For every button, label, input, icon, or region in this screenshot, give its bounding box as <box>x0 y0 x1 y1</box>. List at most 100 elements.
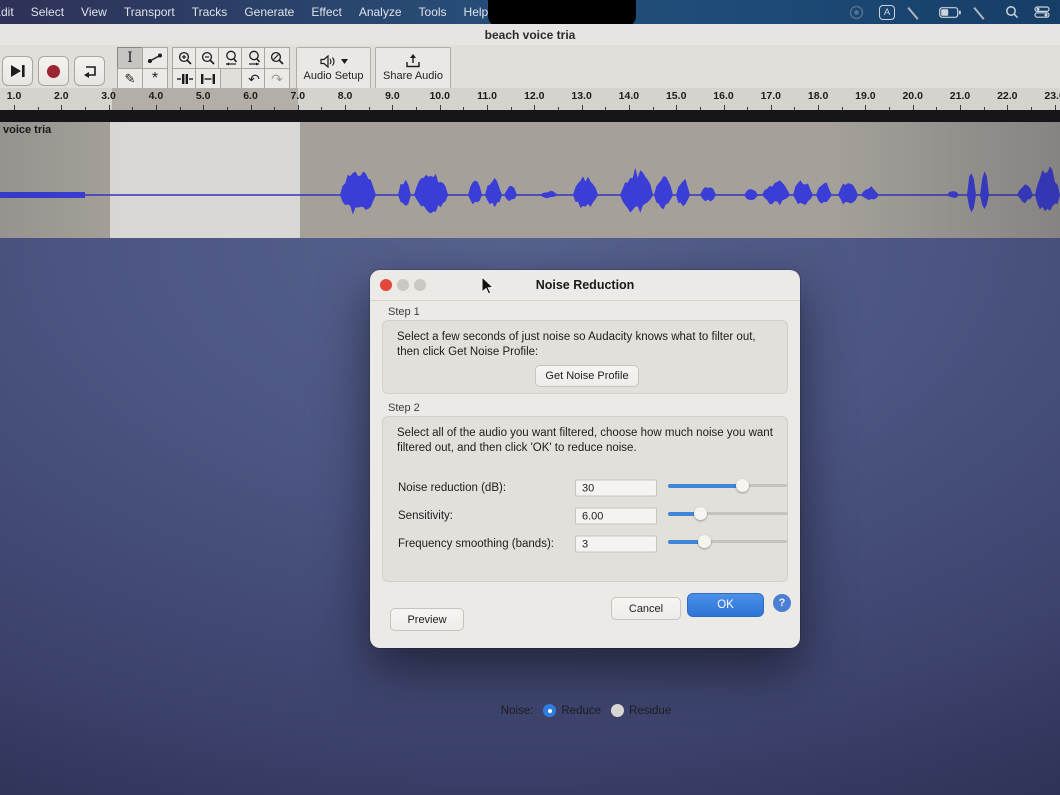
waveform-burst <box>861 186 879 200</box>
waveform-burst <box>816 183 832 204</box>
noise-reduction-input[interactable]: 30 <box>575 480 657 497</box>
cancel-button[interactable]: Cancel <box>611 597 681 620</box>
menu-item-transport[interactable]: Transport <box>124 5 175 19</box>
share-audio-button[interactable]: Share Audio <box>375 47 451 89</box>
radio-selected-icon <box>543 704 556 717</box>
screen-glare-slash-2 <box>976 5 990 19</box>
waveform-burst <box>793 180 813 205</box>
waveform-burst <box>700 187 716 202</box>
noise-reduction-slider[interactable] <box>668 478 788 492</box>
ruler-tick-label: 17.0 <box>761 90 781 102</box>
silence-audio-button[interactable] <box>195 68 221 90</box>
waveform-burst <box>573 176 598 207</box>
draw-tool-button[interactable]: ✎ <box>117 68 143 90</box>
window-title: beach voice tria <box>485 28 576 42</box>
ruler-tick-label: 4.0 <box>149 90 164 102</box>
frequency-smoothing-slider[interactable] <box>668 534 788 548</box>
status-icon[interactable] <box>849 5 864 20</box>
spotlight-search-icon[interactable] <box>1005 5 1019 19</box>
help-button[interactable]: ? <box>773 594 791 612</box>
sensitivity-slider[interactable] <box>668 506 788 520</box>
waveform-burst <box>980 171 989 209</box>
skip-to-end-icon <box>10 65 26 77</box>
noise-residue-option[interactable]: Residue <box>611 704 671 717</box>
get-noise-profile-button[interactable]: Get Noise Profile <box>535 365 639 387</box>
frequency-smoothing-input[interactable]: 3 <box>575 536 657 553</box>
waveform-burst <box>967 173 976 212</box>
menu-item-edit[interactable]: Edit <box>0 5 14 19</box>
audio-setup-label: Audio Setup <box>304 70 364 82</box>
menu-item-view[interactable]: View <box>81 5 107 19</box>
close-window-button[interactable] <box>380 279 392 291</box>
ruler-tick-label: 7.0 <box>290 90 305 102</box>
trim-audio-icon <box>177 73 193 85</box>
skip-to-end-button[interactable] <box>2 56 33 86</box>
share-audio-label: Share Audio <box>383 70 443 82</box>
ruler-tick-label: 9.0 <box>385 90 400 102</box>
audacity-toolbar: I ✎ * ↶ ↷ Audio Setup <box>0 45 1060 89</box>
zoom-out-icon <box>201 51 216 66</box>
record-icon <box>47 65 60 78</box>
waveform-burst <box>620 168 653 213</box>
preview-button[interactable]: Preview <box>390 608 464 631</box>
envelope-icon <box>147 52 163 64</box>
battery-icon[interactable] <box>939 7 961 18</box>
ruler-tick-label: 12.0 <box>524 90 544 102</box>
loop-button[interactable] <box>74 56 105 86</box>
zoom-toggle-button[interactable] <box>264 47 290 69</box>
ruler-tick-label: 14.0 <box>619 90 639 102</box>
ok-button[interactable]: OK <box>687 593 764 617</box>
screen-glare-slash <box>910 5 924 19</box>
waveform-burst <box>398 180 411 206</box>
ruler-tick-label: 8.0 <box>338 90 353 102</box>
sensitivity-label: Sensitivity: <box>398 510 453 522</box>
minimize-window-button[interactable] <box>397 279 409 291</box>
dialog-title-bar[interactable]: Noise Reduction <box>370 270 800 301</box>
control-center-icon[interactable] <box>1034 6 1050 18</box>
multi-tool-icon: * <box>152 74 158 84</box>
envelope-tool-button[interactable] <box>142 47 168 69</box>
zoom-in-icon <box>178 51 193 66</box>
ruler-tick-label: 19.0 <box>855 90 875 102</box>
ruler-tick-label: 6.0 <box>243 90 258 102</box>
waveform-burst <box>676 179 690 207</box>
keyboard-layout-icon[interactable]: A <box>879 5 895 20</box>
noise-label: Noise: <box>501 705 534 717</box>
audio-track[interactable]: voice tria <box>0 122 1060 238</box>
menu-item-effect[interactable]: Effect <box>311 5 341 19</box>
multi-tool-button[interactable]: * <box>142 68 168 90</box>
menu-item-help[interactable]: Help <box>464 5 489 19</box>
ruler-tick-label: 3.0 <box>101 90 116 102</box>
selection-tool-button[interactable]: I <box>117 47 143 69</box>
menu-item-tools[interactable]: Tools <box>419 5 447 19</box>
menu-items: Edit Select View Transport Tracks Genera… <box>0 5 849 19</box>
waveform <box>0 122 1060 238</box>
sensitivity-input[interactable]: 6.00 <box>575 508 657 525</box>
redo-button[interactable]: ↷ <box>264 68 290 90</box>
clip-name-label: voice tria <box>3 124 51 136</box>
silence-audio-icon <box>200 73 216 85</box>
waveform-burst <box>540 191 558 198</box>
waveform-burst <box>468 181 482 205</box>
zoom-window-button[interactable] <box>414 279 426 291</box>
speaker-icon <box>320 55 338 68</box>
menu-item-select[interactable]: Select <box>31 5 64 19</box>
ruler-tick-label: 18.0 <box>808 90 828 102</box>
menu-item-analyze[interactable]: Analyze <box>359 5 402 19</box>
ruler-tick-label: 20.0 <box>902 90 922 102</box>
noise-reduction-label: Noise reduction (dB): <box>398 482 506 494</box>
record-button[interactable] <box>38 56 69 86</box>
ruler-tick-label: 11.0 <box>477 90 497 102</box>
ruler-tick-label: 16.0 <box>713 90 733 102</box>
timeline-ruler[interactable]: 1.02.03.04.05.06.07.08.09.010.011.012.01… <box>0 88 1060 111</box>
window-title-bar[interactable]: beach voice tria <box>0 24 1060 46</box>
step1-section: Select a few seconds of just noise so Au… <box>382 320 788 394</box>
waveform-burst <box>504 186 517 201</box>
ruler-tick-label: 15.0 <box>666 90 686 102</box>
menu-item-tracks[interactable]: Tracks <box>192 5 228 19</box>
audio-setup-button[interactable]: Audio Setup <box>296 47 371 89</box>
camera-notch <box>488 0 636 27</box>
fit-selection-icon <box>224 50 239 66</box>
menu-item-generate[interactable]: Generate <box>244 5 294 19</box>
noise-reduce-option[interactable]: Reduce <box>543 704 601 717</box>
